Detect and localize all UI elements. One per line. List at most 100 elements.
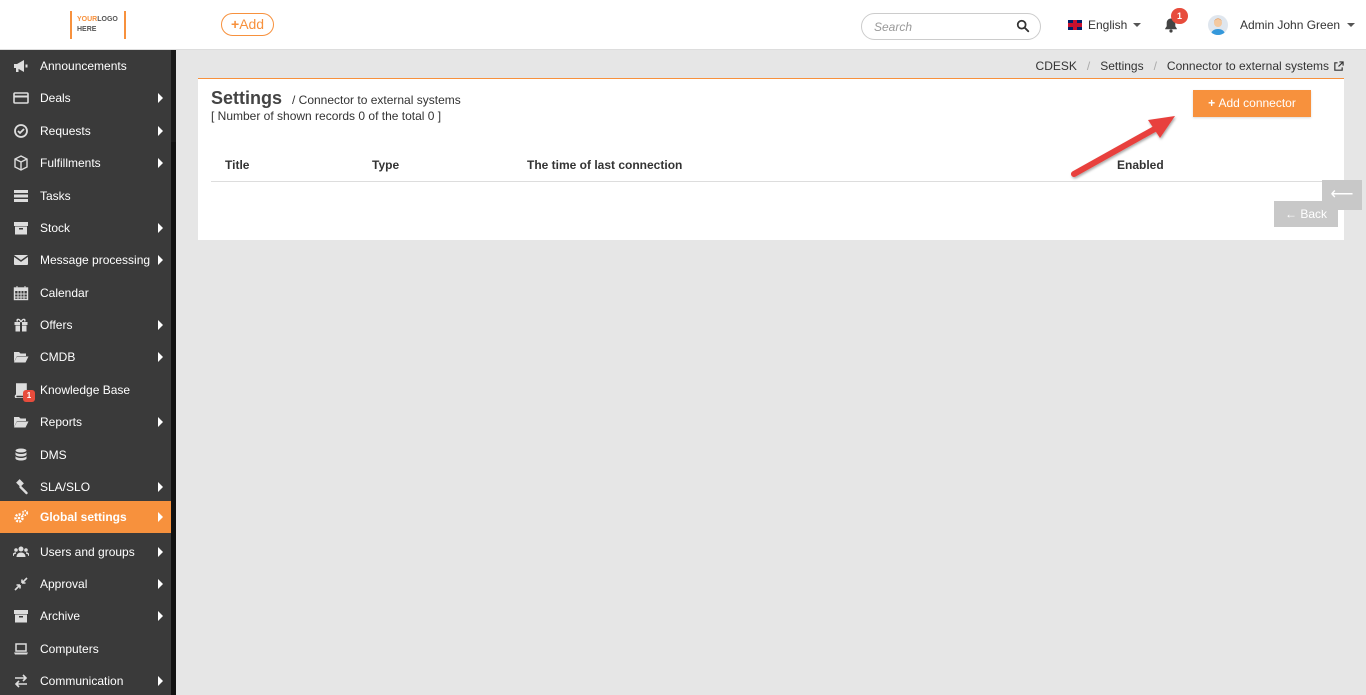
column-header-last-connection[interactable]: The time of last connection [527, 158, 682, 172]
chevron-right-icon [158, 93, 163, 103]
chevron-down-icon [1133, 23, 1142, 27]
breadcrumb-item-settings[interactable]: Settings [1100, 59, 1143, 73]
add-connector-label: Add connector [1218, 96, 1296, 110]
plus-icon: + [1208, 96, 1219, 110]
sidebar-item-label: Requests [40, 124, 91, 138]
exchange-icon [14, 674, 28, 688]
chevron-right-icon [158, 352, 163, 362]
search-input[interactable] [874, 19, 1009, 35]
chevron-right-icon [158, 255, 163, 265]
logo-text-here: HERE [77, 26, 97, 33]
sidebar-item-label: Computers [40, 642, 99, 656]
chevron-right-icon [158, 158, 163, 168]
sidebar-item-archive[interactable]: Archive [0, 600, 171, 632]
logo[interactable]: YOURLOGO HERE [70, 11, 126, 39]
search-box [861, 13, 1041, 40]
sidebar-item-stock[interactable]: Stock [0, 212, 171, 244]
bullhorn-icon [14, 60, 28, 72]
gift-icon [14, 318, 28, 332]
chevron-right-icon [158, 512, 163, 522]
quick-add-label: Add [239, 16, 265, 32]
sidebar-item-label: Message processing [40, 253, 151, 267]
language-selector[interactable]: English [1068, 18, 1142, 32]
sidebar-item-calendar[interactable]: Calendar [0, 277, 171, 309]
archive-box-icon [14, 222, 28, 235]
uk-flag-icon [1068, 20, 1082, 30]
chevron-right-icon [158, 547, 163, 557]
sidebar-item-cmdb[interactable]: CMDB [0, 341, 171, 373]
external-link-icon[interactable] [1333, 60, 1344, 72]
users-icon [13, 546, 29, 557]
chevron-right-icon [158, 611, 163, 621]
sidebar-item-label: Global settings [40, 510, 127, 524]
cogs-icon [14, 509, 29, 523]
database-icon [15, 448, 27, 461]
sidebar-item-offers[interactable]: Offers [0, 309, 171, 341]
user-name: Admin John Green [1240, 18, 1341, 32]
compress-icon [14, 577, 28, 591]
collapse-panel-button[interactable]: ⟵ [1322, 180, 1362, 210]
breadcrumb-item-connector[interactable]: Connector to external systems [1167, 59, 1329, 73]
sidebar-item-label: Tasks [40, 189, 71, 203]
sidebar-item-message-processing[interactable]: Message processing [0, 244, 171, 276]
sidebar-item-label: Calendar [40, 286, 89, 300]
sidebar-item-label: DMS [40, 448, 67, 462]
sidebar-item-label: Announcements [40, 59, 127, 73]
add-connector-button[interactable]: + Add connector [1193, 90, 1311, 117]
chevron-right-icon [158, 126, 163, 136]
sidebar-item-label: Knowledge Base [40, 383, 131, 397]
chevron-right-icon [158, 223, 163, 233]
column-header-type[interactable]: Type [372, 158, 399, 172]
sidebar-item-tasks[interactable]: Tasks [0, 180, 171, 212]
sidebar-item-label: Reports [40, 415, 83, 429]
sidebar-item-communication[interactable]: Communication [0, 665, 171, 695]
sidebar-item-label: Communication [40, 674, 124, 688]
sidebar-item-users-and-groups[interactable]: Users and groups [0, 536, 171, 568]
avatar[interactable] [1208, 15, 1228, 35]
sidebar-item-computers[interactable]: Computers [0, 633, 171, 665]
chevron-down-icon [1347, 23, 1356, 27]
chevron-right-icon [158, 579, 163, 589]
top-bar: YOURLOGO HERE +Add English 1 Admin John … [0, 0, 1366, 50]
sidebar-item-fulfillments[interactable]: Fulfillments [0, 147, 171, 179]
sidebar-item-requests[interactable]: Requests [0, 115, 171, 147]
sidebar-item-reports[interactable]: Reports [0, 406, 171, 438]
annotation-arrow-icon [1071, 116, 1175, 177]
archive-box-icon [14, 610, 28, 623]
breadcrumb-item-cdesk[interactable]: CDESK [1036, 59, 1077, 73]
language-label: English [1088, 18, 1128, 32]
sidebar-item-label: Offers [40, 318, 73, 332]
sidebar-item-label: Deals [40, 91, 71, 105]
folder-open-icon [14, 417, 29, 428]
records-count: [ Number of shown records 0 of the total… [211, 109, 442, 123]
chevron-right-icon [158, 676, 163, 686]
column-header-title[interactable]: Title [225, 158, 249, 172]
calendar-icon [13, 286, 29, 301]
sidebar-item-label: Approval [40, 577, 88, 591]
tasks-icon [14, 190, 28, 202]
sidebar-item-label: Users and groups [40, 545, 135, 559]
search-icon[interactable] [1016, 19, 1030, 33]
sidebar-scrollbar[interactable] [171, 142, 176, 695]
quick-add-button[interactable]: +Add [221, 13, 275, 36]
arrow-left-icon: ⟵ [1330, 186, 1354, 203]
sidebar-item-deals[interactable]: Deals [0, 82, 171, 114]
cube-icon [14, 155, 28, 171]
sidebar-item-announcements[interactable]: Announcements [0, 50, 171, 82]
logo-text-your: YOUR [77, 16, 98, 23]
sidebar-item-label: Archive [40, 609, 81, 623]
sidebar-item-global-settings[interactable]: Global settings [0, 501, 171, 533]
sidebar-item-label: Stock [40, 221, 71, 235]
page-title: Settings [211, 88, 283, 108]
user-menu[interactable]: Admin John Green [1240, 18, 1356, 32]
envelope-icon [13, 255, 29, 265]
sidebar-item-knowledge-base[interactable]: 1 Knowledge Base [0, 374, 171, 406]
sidebar-item-sla-slo[interactable]: SLA/SLO [0, 471, 171, 503]
chevron-right-icon [158, 482, 163, 492]
arrow-left-icon: ← [1284, 207, 1301, 221]
laptop-icon [14, 643, 28, 655]
sidebar-item-dms[interactable]: DMS [0, 439, 171, 471]
knowledge-base-badge: 1 [23, 390, 35, 402]
sidebar-item-approval[interactable]: Approval [0, 568, 171, 600]
sidebar-item-label: SLA/SLO [40, 480, 91, 494]
